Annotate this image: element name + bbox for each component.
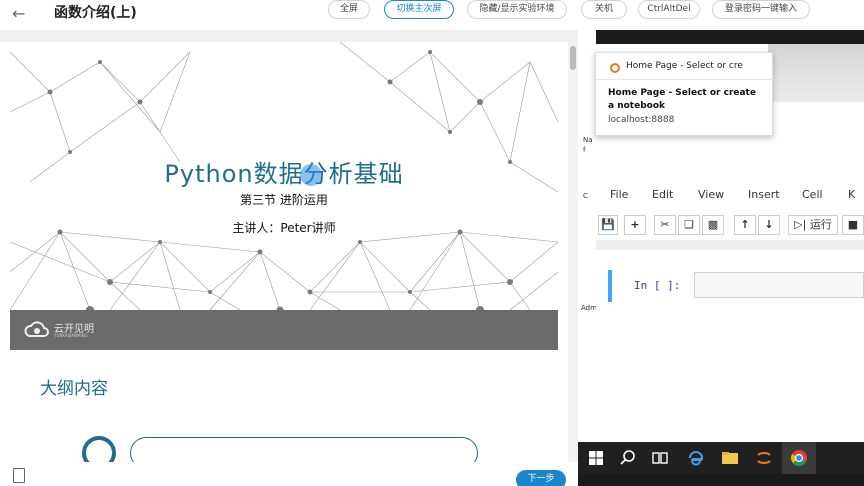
- logo-subtext: YUNKAIJIANMING: [54, 333, 88, 338]
- paste-icon[interactable]: ▩: [702, 215, 724, 235]
- menu-kernel[interactable]: K: [848, 188, 855, 201]
- toggle-lab-env-button[interactable]: 隐藏/显示实验环境: [467, 0, 567, 19]
- ctrl-alt-del-button[interactable]: CtrlAltDel: [638, 0, 700, 19]
- chrome-icon[interactable]: [789, 448, 809, 468]
- cloud-logo-icon: [24, 321, 49, 337]
- menu-insert[interactable]: Insert: [748, 188, 780, 201]
- tab-preview-tooltip: Home Page - Select or cre Home Page - Se…: [595, 52, 774, 136]
- stop-icon[interactable]: ■: [842, 215, 864, 235]
- cell-input[interactable]: [694, 272, 864, 298]
- plus-icon[interactable]: +: [624, 215, 646, 235]
- jupyter-toolbar: 💾 + ✂ ❏ ▩ ↑ ↓ ▷| 运行 ■: [596, 212, 864, 238]
- file-explorer-icon[interactable]: [720, 448, 740, 468]
- arrow-up-icon[interactable]: ↑: [734, 215, 756, 235]
- app-root: ← 函数介绍(上) 全屏 切换主次屏 隐藏/显示实验环境 关机 CtrlAltD…: [0, 0, 864, 486]
- run-button[interactable]: ▷| 运行: [788, 215, 838, 235]
- desktop-label: Na: [583, 136, 593, 144]
- remote-desktop: Na f C Adm File Edit View Insert Cell K …: [578, 30, 864, 486]
- edge-icon[interactable]: [686, 448, 706, 468]
- menu-file[interactable]: File: [610, 188, 628, 201]
- scrollbar[interactable]: [568, 42, 578, 462]
- document-icon[interactable]: [13, 468, 25, 483]
- password-input-button[interactable]: 登录密码一键输入: [712, 0, 810, 19]
- next-button[interactable]: 下一步: [516, 470, 566, 486]
- switch-screen-button[interactable]: 切换主次屏: [384, 0, 454, 19]
- tooltip-title: Home Page - Select or create a notebook: [608, 88, 756, 111]
- menu-edit[interactable]: Edit: [652, 188, 673, 201]
- slide-lecturer: 主讲人：Peter讲师: [232, 221, 336, 235]
- code-cell[interactable]: In [ ]:: [608, 270, 864, 302]
- shutdown-button[interactable]: 关机: [581, 0, 627, 19]
- scrollbar-thumb[interactable]: [570, 46, 576, 70]
- pointer-highlight: [300, 164, 322, 186]
- run-label: 运行: [809, 218, 832, 231]
- fullscreen-button[interactable]: 全屏: [328, 0, 370, 19]
- blurred-region: [768, 44, 864, 102]
- desktop-label: f: [583, 146, 586, 154]
- outline-title: 大纲内容: [40, 379, 108, 399]
- step-forward-icon: ▷|: [794, 218, 807, 231]
- desktop-label: C: [583, 192, 588, 200]
- search-icon[interactable]: [618, 448, 638, 468]
- copy-icon[interactable]: ❏: [678, 215, 700, 235]
- menu-cell[interactable]: Cell: [802, 188, 823, 201]
- windows-start-icon[interactable]: [586, 448, 606, 468]
- tab-title[interactable]: Home Page - Select or cre: [626, 61, 743, 71]
- cell-selection-bar: [608, 270, 612, 302]
- jupyter-icon: [610, 63, 620, 73]
- panel-gap: [0, 30, 578, 42]
- toolbar-divider: [596, 240, 864, 250]
- top-bar: ← 函数介绍(上) 全屏 切换主次屏 隐藏/显示实验环境 关机 CtrlAltD…: [0, 0, 864, 30]
- windows-taskbar: [578, 442, 864, 474]
- menu-view[interactable]: View: [698, 188, 724, 201]
- bottom-bar: 下一步: [0, 462, 578, 486]
- slide-subtitle: 第三节 进阶运用: [240, 193, 328, 207]
- tooltip-divider: [596, 79, 774, 80]
- desktop-label: Adm: [581, 304, 597, 312]
- jupyter-icon[interactable]: [754, 448, 774, 468]
- task-view-icon[interactable]: [650, 448, 670, 468]
- desktop-strip: Na f C Adm: [578, 30, 597, 442]
- slide: Python数据分析基础 第三节 进阶运用 主讲人：Peter讲师 云开见明 Y…: [10, 42, 558, 350]
- cut-icon[interactable]: ✂: [654, 215, 676, 235]
- slide-footer: 云开见明 YUNKAIJIANMING: [10, 310, 558, 350]
- page-title: 函数介绍(上): [54, 5, 137, 21]
- slide-title: Python数据分析基础: [164, 160, 404, 188]
- save-icon[interactable]: 💾: [598, 215, 618, 235]
- arrow-down-icon[interactable]: ↓: [758, 215, 780, 235]
- tooltip-url: localhost:8888: [608, 115, 675, 125]
- arrow-left-icon[interactable]: ←: [12, 4, 25, 23]
- course-panel: Python数据分析基础 第三节 进阶运用 主讲人：Peter讲师 云开见明 Y…: [0, 30, 578, 486]
- cell-prompt: In [ ]:: [634, 279, 681, 292]
